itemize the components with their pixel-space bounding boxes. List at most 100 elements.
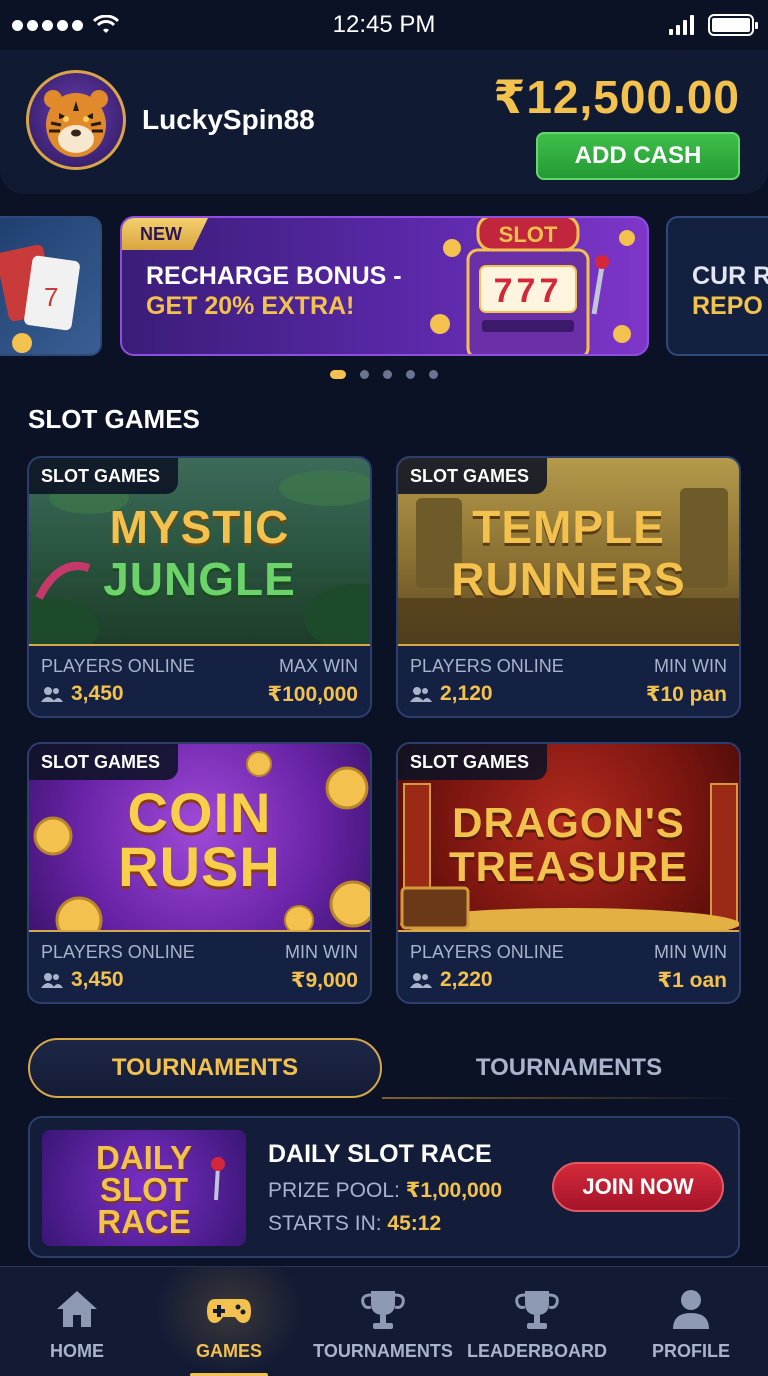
- nav-label-games: GAMES: [195, 1341, 262, 1361]
- status-bar: 12:45 PM: [0, 0, 768, 50]
- add-cash-button[interactable]: ADD CASH: [536, 132, 740, 180]
- prize-pool: PRIZE POOL: ₹1,00,000: [268, 1178, 502, 1203]
- players-online-label: PLAYERS ONLINE: [41, 656, 195, 676]
- players-online-label: PLAYERS ONLINE: [410, 656, 564, 676]
- tournament-art: DAILY SLOT RACE: [42, 1130, 246, 1246]
- players-count: 3,450: [71, 968, 124, 991]
- game-tag: SLOT GAMES: [29, 458, 179, 494]
- user-icon: [673, 1290, 709, 1329]
- prize-pool-label: PRIZE POOL:: [268, 1179, 400, 1202]
- join-now-button[interactable]: JOIN NOW: [552, 1162, 724, 1212]
- game-card-temple-runners[interactable]: SLOT GAMES TEMPLE RUNNERS PLAYERS ONLINE…: [396, 456, 741, 718]
- game-card-coin-rush[interactable]: SLOT GAMES COIN RUSH PLAYERS ONLINE MIN …: [27, 742, 372, 1004]
- tournament-tabs: TOURNAMENTS TOURNAMENTS: [28, 1038, 740, 1100]
- prize-pool-value: ₹1,00,000: [405, 1179, 503, 1202]
- slot-sign-text: SLOT: [499, 222, 558, 247]
- starts-in-value: 45:12: [387, 1212, 442, 1235]
- gamepad-icon: [207, 1299, 251, 1323]
- game-card-mystic-jungle[interactable]: SLOT GAMES MYSTIC JUNGLE PLAYERS ONLINE …: [27, 456, 372, 718]
- players-online-value: 3,450: [41, 968, 124, 992]
- players-online-label: PLAYERS ONLINE: [410, 942, 564, 962]
- tournament-card-daily-slot-race[interactable]: DAILY SLOT RACE DAILY SLOT RACE PRIZE PO…: [28, 1116, 740, 1258]
- tab-tournaments-active[interactable]: TOURNAMENTS: [28, 1038, 382, 1098]
- game-tag: SLOT GAMES: [398, 744, 548, 780]
- svg-text:7: 7: [44, 282, 58, 312]
- pagination-dot-1[interactable]: [330, 370, 346, 379]
- new-badge: NEW: [122, 218, 208, 250]
- win-value: ₹9,000: [290, 969, 358, 992]
- promo-carousel[interactable]: 7 NEW RECHARGE BONUS - GET 20% EXTRA! SL…: [0, 216, 768, 356]
- slot-lever-icon: [211, 1157, 225, 1201]
- players-online-value: 2,220: [410, 968, 493, 992]
- pagination-dot-3[interactable]: [383, 370, 392, 379]
- slot-reels-text: 777: [494, 272, 563, 310]
- players-online-value: 3,450: [41, 682, 124, 706]
- tab-tournaments-inactive[interactable]: TOURNAMENTS: [398, 1038, 740, 1098]
- username: LuckySpin88: [142, 104, 315, 135]
- nav-label-leaderboard: LEADERBOARD: [466, 1341, 607, 1361]
- nav-item-leaderboard[interactable]: LEADERBOARD: [460, 1267, 614, 1376]
- win-value: ₹100,000: [267, 683, 358, 706]
- home-icon: [57, 1291, 97, 1327]
- promo-next-line1: CUR R: [692, 262, 768, 290]
- nav-item-home[interactable]: HOME: [0, 1267, 154, 1376]
- promo-banner-previous[interactable]: 7: [0, 216, 102, 356]
- avatar[interactable]: [26, 70, 126, 170]
- promo-banner-recharge-bonus[interactable]: NEW RECHARGE BONUS - GET 20% EXTRA! SLOT…: [120, 216, 649, 356]
- tournament-art-line3: RACE: [97, 1203, 191, 1240]
- game-title-line1: COIN: [127, 781, 272, 844]
- game-title-line2: RUNNERS: [451, 553, 686, 605]
- players-count: 3,450: [71, 682, 124, 705]
- pagination-dot-4[interactable]: [406, 370, 415, 379]
- game-title-line2: TREASURE: [448, 843, 689, 890]
- game-art: SLOT GAMES COIN RUSH: [29, 744, 370, 932]
- nav-label-tournaments: TOURNAMENTS: [313, 1341, 453, 1361]
- nav-item-profile[interactable]: PROFILE: [614, 1267, 768, 1376]
- trophy-icon: [361, 1291, 405, 1329]
- account-header: LuckySpin88 ₹12,500.00 ADD CASH: [0, 50, 768, 194]
- promo-line2: GET 20% EXTRA!: [146, 292, 355, 320]
- players-count: 2,220: [440, 968, 493, 991]
- pagination-dot-5[interactable]: [429, 370, 438, 379]
- wallet-balance: ₹12,500.00: [493, 71, 740, 123]
- tiger-avatar-icon: [44, 90, 108, 157]
- users-icon: [410, 973, 432, 988]
- win-label: MIN WIN: [654, 656, 727, 676]
- win-label: MIN WIN: [654, 942, 727, 962]
- players-online-label: PLAYERS ONLINE: [41, 942, 195, 962]
- section-title-slot-games: SLOT GAMES: [28, 404, 200, 434]
- game-title-line2: RUSH: [118, 835, 281, 898]
- win-value: ₹10 pan: [645, 683, 727, 706]
- game-title-line1: DRAGON'S: [452, 799, 685, 846]
- game-title-line2: JUNGLE: [103, 553, 296, 605]
- starts-in-label: STARTS IN:: [268, 1212, 382, 1235]
- game-card-dragons-treasure[interactable]: SLOT GAMES DRAGON'S TREASURE PLAYERS ONL…: [396, 742, 741, 1004]
- bottom-navigation: HOME GAMES TOURNAMENTS LEADERBOARD PROFI…: [0, 1266, 768, 1376]
- carousel-pagination[interactable]: [330, 370, 438, 379]
- users-icon: [41, 687, 63, 702]
- players-online-value: 2,120: [410, 682, 493, 706]
- nav-label-profile: PROFILE: [651, 1341, 730, 1361]
- win-label: MAX WIN: [279, 656, 358, 676]
- win-value: ₹1 oan: [657, 969, 727, 992]
- users-icon: [41, 973, 63, 988]
- users-icon: [410, 687, 432, 702]
- nav-item-games[interactable]: GAMES: [152, 1267, 306, 1376]
- tab-divider: [382, 1097, 740, 1099]
- playing-cards-icon: 7: [0, 244, 80, 353]
- game-tag: SLOT GAMES: [29, 744, 179, 780]
- players-count: 2,120: [440, 682, 493, 705]
- game-tag: SLOT GAMES: [398, 458, 548, 494]
- tournament-title: DAILY SLOT RACE: [268, 1140, 492, 1168]
- promo-banner-next[interactable]: CUR R REPO: [666, 216, 768, 356]
- nav-label-home: HOME: [50, 1341, 104, 1361]
- game-art: SLOT GAMES TEMPLE RUNNERS: [398, 458, 739, 646]
- battery-icon: [708, 14, 758, 36]
- nav-item-tournaments[interactable]: TOURNAMENTS: [306, 1267, 460, 1376]
- game-title-line1: MYSTIC: [109, 501, 290, 553]
- promo-line1: RECHARGE BONUS -: [146, 262, 402, 290]
- game-art: SLOT GAMES MYSTIC JUNGLE: [29, 458, 370, 646]
- promo-next-line2: REPO: [692, 292, 763, 320]
- starts-in: STARTS IN: 45:12: [268, 1212, 441, 1236]
- pagination-dot-2[interactable]: [360, 370, 369, 379]
